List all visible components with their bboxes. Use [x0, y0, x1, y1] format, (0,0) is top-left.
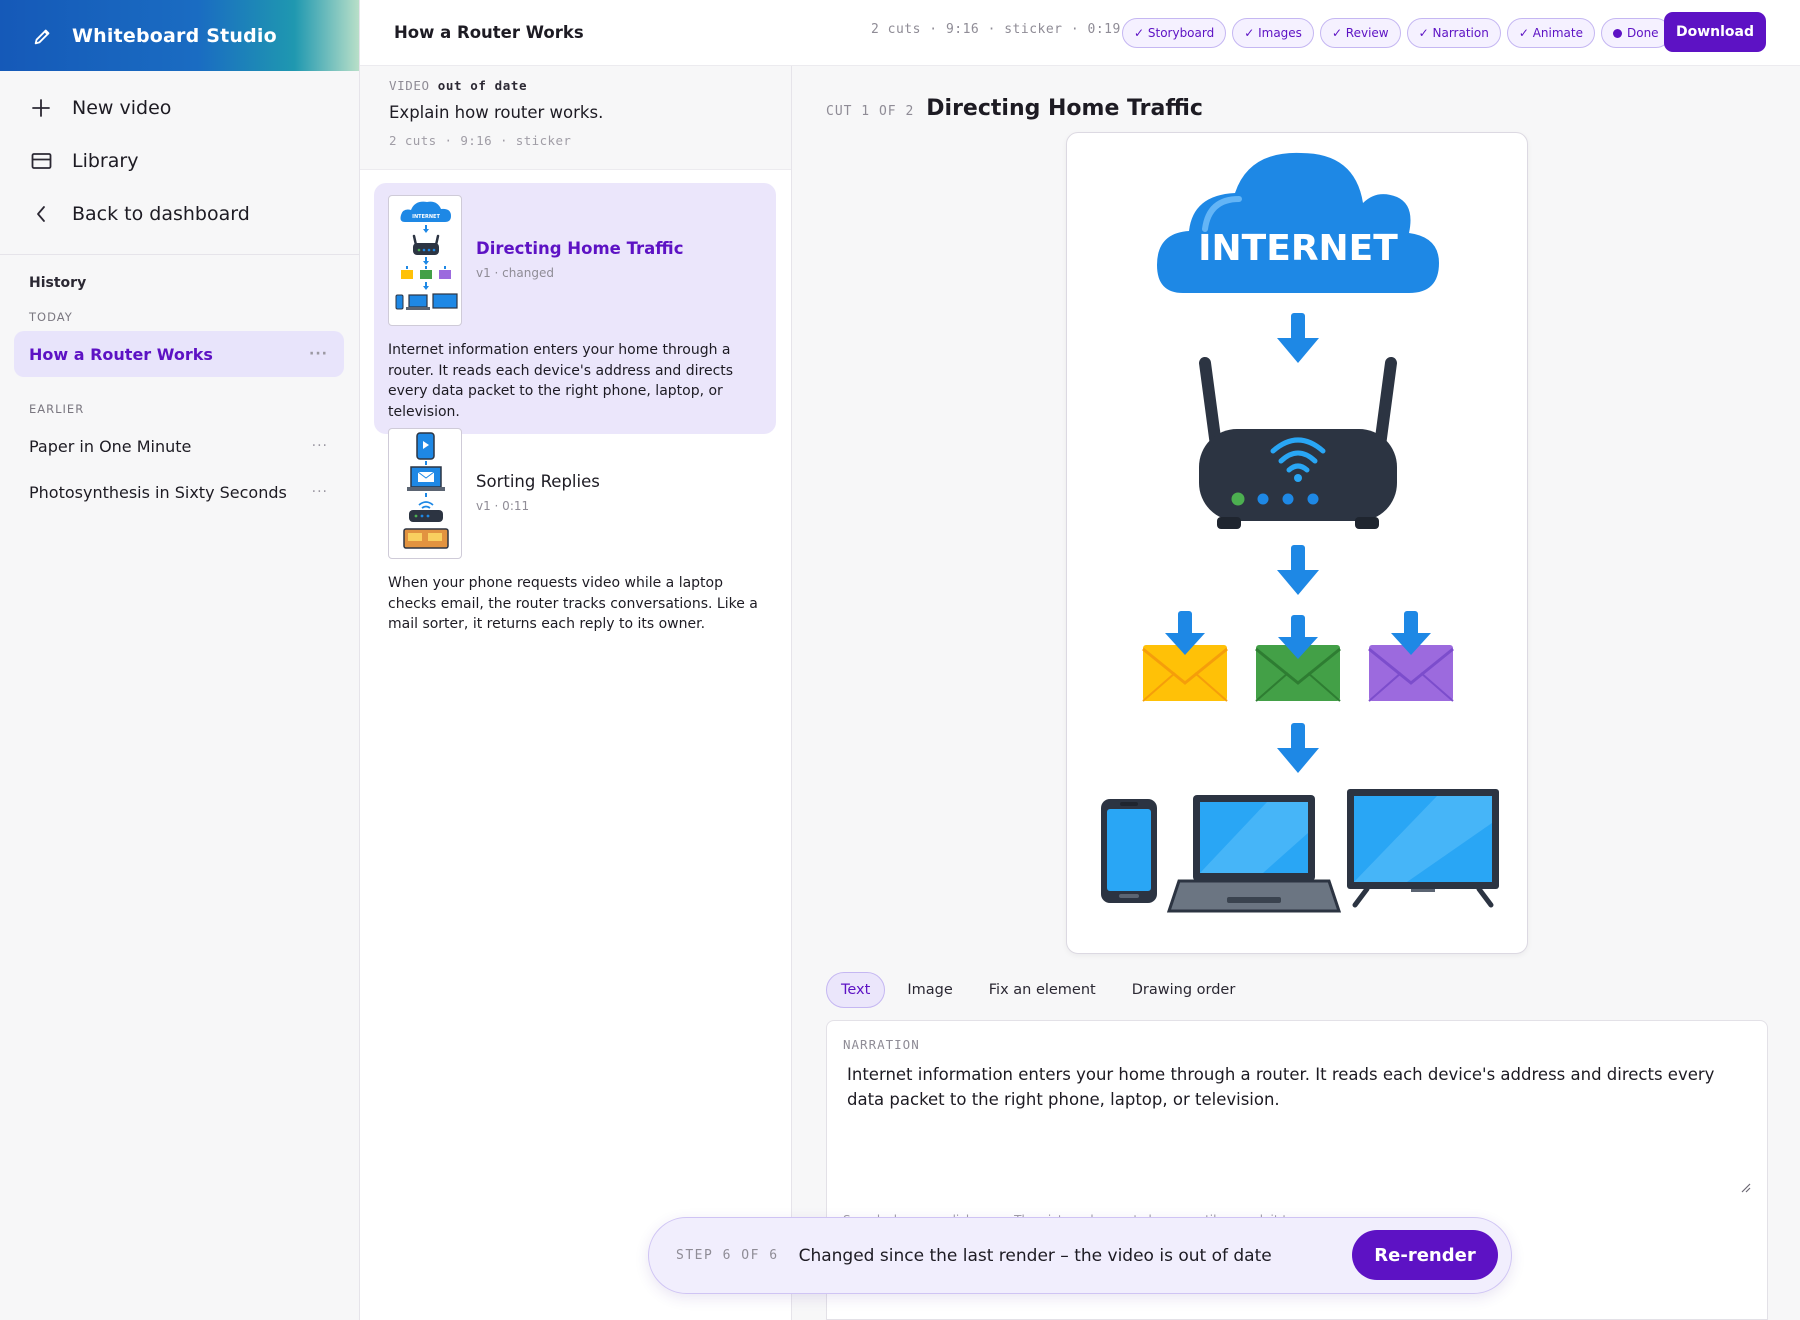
- tab-image[interactable]: Image: [893, 972, 966, 1008]
- envelope-icon: [1255, 615, 1341, 702]
- chevron-left-icon: [30, 203, 52, 225]
- tab-drawing-order[interactable]: Drawing order: [1118, 972, 1250, 1008]
- cloud-icon: INTERNET: [1157, 152, 1439, 293]
- arrow-down-icon: [1277, 313, 1319, 363]
- top-header: How a Router Works 2 cuts · 9:16 · stick…: [360, 0, 1800, 66]
- tab-fix-an-element[interactable]: Fix an element: [975, 972, 1110, 1008]
- video-prompt: Explain how router works.: [389, 103, 604, 122]
- cut-1-thumbnail-internet-label: INTERNET: [412, 214, 440, 220]
- step-indicator: STEP 6 OF 6: [676, 1248, 779, 1263]
- video-summary: VIDEO out of date Explain how router wor…: [360, 66, 791, 170]
- cut-1-title: Directing Home Traffic: [476, 239, 684, 258]
- cut-1-sub: v1 · changed: [476, 266, 554, 280]
- nav-library[interactable]: Library: [0, 134, 359, 187]
- step-done[interactable]: Done: [1600, 18, 1671, 48]
- video-status-value: out of date: [437, 78, 528, 93]
- current-step-dot-icon: [1612, 28, 1622, 38]
- arrow-down-icon: [1277, 545, 1319, 595]
- history-section-today: TODAY: [29, 310, 73, 324]
- cut-2-title: Sorting Replies: [476, 472, 600, 491]
- history-item-label: How a Router Works: [29, 344, 213, 364]
- cut-2-thumbnail: [388, 428, 462, 559]
- history-item-label: Paper in One Minute: [29, 436, 192, 456]
- out-of-date-banner: STEP 6 OF 6 Changed since the last rende…: [648, 1217, 1512, 1294]
- project-title: How a Router Works: [394, 23, 584, 42]
- library-icon: [30, 150, 52, 172]
- cut-2-text: When your phone requests video while a l…: [388, 575, 758, 632]
- cut-1-text: Internet information enters your home th…: [388, 342, 734, 420]
- phone-icon: [1101, 799, 1157, 903]
- plus-icon: [30, 97, 52, 119]
- brand-bar[interactable]: Whiteboard Studio: [0, 0, 359, 71]
- video-status-prefix: VIDEO: [389, 78, 430, 93]
- project-meta: 2 cuts · 9:16 · sticker · 0:19: [871, 22, 1121, 37]
- cut-2-sub: v1 · 0:11: [476, 499, 530, 513]
- cut-index: CUT 1 OF 2: [826, 104, 915, 119]
- arrow-down-icon: [1277, 723, 1319, 773]
- cut-1-thumbnail: INTERNET: [388, 195, 462, 326]
- tab-text[interactable]: Text: [826, 972, 886, 1008]
- sidebar: Whiteboard Studio New video Library Back…: [0, 0, 360, 1320]
- step-done-label: Done: [1626, 26, 1659, 40]
- re-render-button[interactable]: Re-render: [1352, 1230, 1498, 1280]
- tv-icon: [1347, 789, 1499, 908]
- cut-title: Directing Home Traffic: [926, 96, 1203, 121]
- video-meta: 2 cuts · 9:16 · sticker: [389, 133, 572, 148]
- pencil-icon: [34, 29, 50, 44]
- nav-label: New video: [72, 96, 172, 119]
- resize-handle-icon[interactable]: [1739, 1181, 1751, 1193]
- video-status: VIDEO out of date: [389, 78, 791, 93]
- step-review[interactable]: ✓ Review: [1319, 18, 1401, 48]
- cut-editor: CUT 1 OF 2 Directing Home Traffic INTERN…: [792, 66, 1800, 1320]
- cuts-column: VIDEO out of date Explain how router wor…: [360, 66, 792, 1320]
- cut-card-2[interactable]: Sorting Replies v1 · 0:11 When your phon…: [374, 416, 776, 647]
- app-name: Whiteboard Studio: [72, 24, 277, 47]
- history-heading: History: [29, 275, 87, 291]
- nav-back-to-dashboard[interactable]: Back to dashboard: [0, 187, 359, 240]
- step-animate[interactable]: ✓ Animate: [1506, 18, 1595, 48]
- more-options-icon[interactable]: ···: [312, 484, 328, 500]
- nav-label: Back to dashboard: [72, 202, 250, 225]
- editor-tabs: Text Image Fix an element Drawing order: [826, 972, 1257, 1008]
- more-options-icon[interactable]: ···: [312, 438, 328, 454]
- cut-preview-image[interactable]: INTERNET: [1066, 132, 1528, 954]
- narration-label: NARRATION: [843, 1037, 920, 1052]
- step-images[interactable]: ✓ Images: [1232, 18, 1314, 48]
- internet-label: INTERNET: [1198, 228, 1398, 269]
- envelope-icon: [1368, 611, 1454, 702]
- download-button[interactable]: Download: [1664, 12, 1766, 52]
- more-options-icon[interactable]: ···: [309, 346, 328, 362]
- cut-heading: CUT 1 OF 2 Directing Home Traffic: [826, 96, 1203, 121]
- envelope-icon: [1142, 611, 1228, 702]
- nav-label: Library: [72, 149, 139, 172]
- history-item-paper-in-one-minute[interactable]: Paper in One Minute ···: [14, 423, 344, 469]
- history-section-earlier: EARLIER: [29, 402, 85, 416]
- router-icon: [1199, 357, 1397, 529]
- narration-textarea[interactable]: Internet information enters your home th…: [843, 1062, 1751, 1200]
- step-pills: ✓ Storyboard ✓ Images ✓ Review ✓ Narrati…: [1122, 18, 1671, 48]
- laptop-icon: [1166, 795, 1342, 913]
- main-nav: New video Library Back to dashboard: [0, 71, 359, 255]
- history-item-label: Photosynthesis in Sixty Seconds: [29, 482, 287, 502]
- history-item-how-a-router-works[interactable]: How a Router Works ···: [14, 331, 344, 377]
- nav-new-video[interactable]: New video: [0, 81, 359, 134]
- step-storyboard[interactable]: ✓ Storyboard: [1122, 18, 1227, 48]
- history-item-photosynthesis[interactable]: Photosynthesis in Sixty Seconds ···: [14, 469, 344, 515]
- step-narration[interactable]: ✓ Narration: [1406, 18, 1501, 48]
- cut-card-1[interactable]: INTERNET Directing Home Traffic v1 · cha: [374, 183, 776, 434]
- banner-message: Changed since the last render – the vide…: [798, 1245, 1272, 1266]
